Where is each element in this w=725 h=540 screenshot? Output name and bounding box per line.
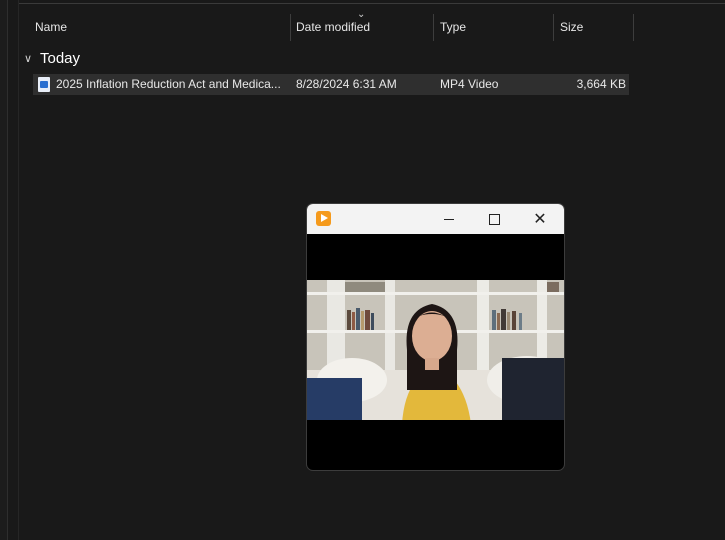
file-name[interactable]: 2025 Inflation Reduction Act and Medica.… [56, 74, 281, 95]
chevron-down-icon[interactable]: ∨ [24, 48, 36, 70]
navigation-pane-edge [0, 0, 8, 540]
file-date-modified: 8/28/2024 6:31 AM [296, 77, 397, 91]
file-type: MP4 Video [440, 77, 499, 91]
maximize-button[interactable] [471, 204, 517, 234]
player-title-bar[interactable]: ✕ [307, 204, 564, 234]
column-divider[interactable] [633, 14, 634, 41]
header-top-rule [19, 3, 725, 4]
column-header-row: Name ⌄ Date modified Type Size [19, 10, 725, 41]
column-header-name[interactable]: Name [28, 14, 290, 41]
video-frame[interactable] [307, 280, 564, 424]
pane-divider[interactable] [18, 0, 19, 540]
group-label: Today [40, 50, 81, 67]
maximize-icon [488, 213, 500, 225]
minimize-button[interactable] [426, 204, 472, 234]
video-file-icon [38, 77, 50, 92]
column-header-size[interactable]: Size [553, 14, 633, 41]
group-header-today[interactable]: ∨ Today [24, 48, 80, 70]
media-player-icon [316, 211, 331, 226]
column-header-date-modified[interactable]: Date modified [289, 14, 433, 41]
close-icon: ✕ [533, 211, 547, 228]
file-size: 3,664 KB [576, 77, 626, 91]
video-scene-image [307, 280, 564, 424]
close-button[interactable]: ✕ [517, 204, 563, 234]
minimize-icon [444, 218, 454, 220]
media-player-window[interactable]: ✕ [306, 203, 565, 471]
column-header-type[interactable]: Type [433, 14, 553, 41]
file-row[interactable]: 2025 Inflation Reduction Act and Medica.… [33, 74, 629, 95]
